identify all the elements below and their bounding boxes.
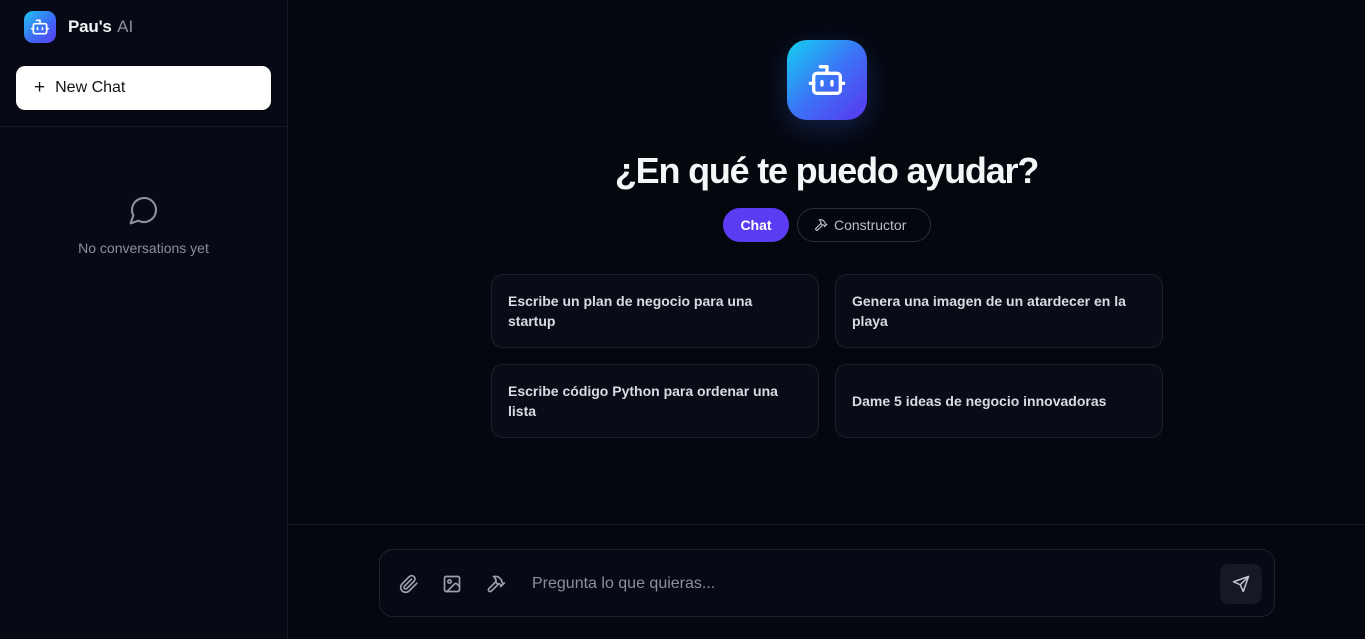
suggestion-card[interactable]: Genera una imagen de un atardecer en la … <box>835 274 1163 348</box>
suggestion-card[interactable]: Dame 5 ideas de negocio innovadoras <box>835 364 1163 438</box>
new-chat-button[interactable]: + New Chat <box>16 66 271 110</box>
mode-constructor-label: Constructor <box>834 217 907 233</box>
message-circle-icon <box>129 196 157 225</box>
prompt-input[interactable] <box>532 568 1212 600</box>
suggestion-grid: Escribe un plan de negocio para una star… <box>491 274 1163 438</box>
send-icon <box>1232 575 1250 593</box>
brand-name: Pau's <box>68 16 112 36</box>
paperclip-icon[interactable] <box>399 574 419 594</box>
image-icon[interactable] <box>442 574 462 594</box>
sidebar-divider <box>0 126 287 127</box>
brand-suffix: AI <box>117 16 134 36</box>
brand-logo <box>24 10 56 43</box>
robot-icon <box>30 19 50 34</box>
sidebar: Pau's AI + New Chat No conversations yet <box>0 0 288 639</box>
composer <box>379 549 1275 617</box>
brand[interactable]: Pau's AI <box>24 10 133 43</box>
page-title: ¿En qué te puedo ayudar? <box>614 150 1039 191</box>
robot-icon <box>808 65 846 96</box>
mode-chat-button[interactable]: Chat <box>723 208 789 242</box>
main-area: ¿En qué te puedo ayudar? Chat Constructo… <box>288 0 1365 639</box>
empty-conversations-text: No conversations yet <box>78 240 209 256</box>
suggestion-card[interactable]: Escribe un plan de negocio para una star… <box>491 274 819 348</box>
plus-icon: + <box>34 76 46 98</box>
mode-toggle: Chat Constructor <box>723 208 931 242</box>
hammer-icon[interactable] <box>486 574 506 594</box>
hammer-icon <box>815 219 828 231</box>
mode-constructor-button[interactable]: Constructor <box>797 208 931 242</box>
composer-divider <box>288 524 1365 525</box>
new-chat-label: New Chat <box>55 79 126 96</box>
send-button[interactable] <box>1220 564 1262 604</box>
hero-logo <box>787 40 867 120</box>
suggestion-card[interactable]: Escribe código Python para ordenar una l… <box>491 364 819 438</box>
empty-conversations: No conversations yet <box>0 194 287 256</box>
